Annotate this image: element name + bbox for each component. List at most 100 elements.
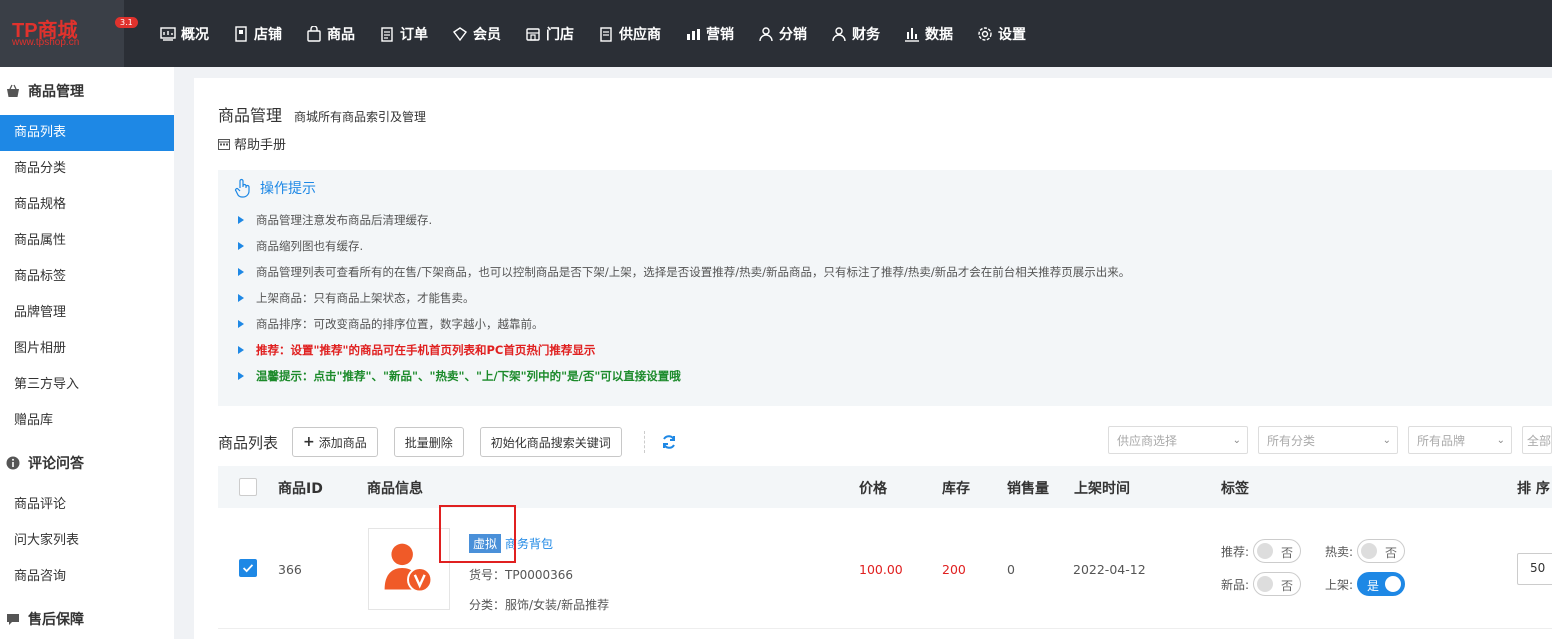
category-select[interactable]: 所有分类 ⌄ [1258,426,1398,454]
store-icon [233,25,249,42]
tips-header[interactable]: 操作提示 [234,178,316,198]
sidebar-item-album[interactable]: 图片相册 [0,331,174,367]
sidebar-group-label: 商品管理 [28,84,84,100]
hot-field: 热卖: 否 [1325,539,1406,563]
nav-supplier[interactable]: 供应商 [598,24,661,44]
sidebar-item-consult[interactable]: 商品咨询 [0,559,174,595]
refresh-icon[interactable] [661,434,677,450]
nav-settings[interactable]: 设置 [977,24,1026,44]
bullet-icon [238,346,244,354]
sidebar-item-ask[interactable]: 问大家列表 [0,523,174,559]
sidebar-item-import[interactable]: 第三方导入 [0,367,174,403]
nav-label: 供应商 [619,26,661,43]
sidebar-item-comments[interactable]: 商品评论 [0,487,174,523]
sidebar-item-gift[interactable]: 赠品库 [0,403,174,439]
list-title: 商品列表 [218,433,279,452]
goods-id: 366 [278,562,302,577]
tip-item: 商品管理列表可查看所有的在售/下架商品，也可以控制商品是否下架/上架，选择是否设… [238,264,1130,280]
goods-category: 分类：服饰/女装/新品推荐 [469,598,610,612]
goods-thumbnail[interactable] [368,528,450,610]
th-id[interactable]: 商品ID [278,478,323,498]
nav-store[interactable]: 店铺 [233,24,282,44]
onsale-label: 上架: [1325,577,1354,592]
th-time[interactable]: 上架时间 [1074,478,1130,498]
chevron-down-icon: ⌄ [1382,434,1391,446]
nav-label: 数据 [925,26,953,43]
tip-text: 商品管理注意发布商品后清理缓存. [256,213,433,227]
sidebar-group-aftersale[interactable]: 售后保障 [0,595,174,639]
nav-order[interactable]: 订单 [379,24,428,44]
toggle-value: 是 [1367,579,1380,593]
goods-stock: 200 [942,562,966,577]
recommend-toggle[interactable]: 否 [1253,539,1302,563]
tip-item: 商品管理注意发布商品后清理缓存. [238,212,432,228]
brand-select-text: 所有品牌 [1417,433,1466,448]
bullet-icon [238,216,244,224]
select-all-checkbox[interactable] [239,478,257,496]
bullet-icon [238,320,244,328]
nav-label: 设置 [998,26,1026,43]
sidebar-item-goods-attr[interactable]: 商品属性 [0,223,174,259]
nav-overview[interactable]: 概况 [160,24,209,44]
nav-marketing[interactable]: 营销 [685,24,734,44]
nav-distribution[interactable]: 分销 [758,24,807,44]
goods-price: 100.00 [859,562,903,577]
sort-input[interactable]: 50 [1517,553,1552,585]
nav-label: 会员 [473,26,501,43]
overview-icon [160,26,176,42]
logo[interactable]: TP商城 www.tpshop.cn 3.1 [0,0,138,67]
top-bar: TP商城 www.tpshop.cn 3.1 概况 店铺 商品 订单 会员 门店 [0,0,1552,67]
add-goods-button[interactable]: + 添加商品 [292,427,378,457]
finance-icon [831,26,847,42]
nav-data[interactable]: 数据 [904,24,953,44]
th-stock[interactable]: 库存 [942,478,970,498]
sidebar-item-goods-category[interactable]: 商品分类 [0,151,174,187]
sidebar-item-goods-list[interactable]: 商品列表 [0,115,174,151]
batch-delete-button[interactable]: 批量删除 [393,427,464,457]
list-toolbar: 商品列表 + 添加商品 批量删除 初始化商品搜索关键词 供应商选择 ⌄ 所有分类 ⌄ … [218,426,1552,458]
goods-icon [306,25,322,42]
th-info: 商品信息 [367,481,423,497]
th-price[interactable]: 价格 [859,478,887,498]
marketing-icon [685,26,701,42]
new-toggle[interactable]: 否 [1253,572,1302,596]
nav-label: 店铺 [254,26,282,43]
sidebar-item-goods-spec[interactable]: 商品规格 [0,187,174,223]
check-icon [242,564,254,573]
nav-finance[interactable]: 财务 [831,24,880,44]
recommend-field: 推荐: 否 [1221,539,1302,563]
tip-item: 商品缩列图也有缓存. [238,238,363,254]
sidebar-group-goods[interactable]: 商品管理 [0,67,174,115]
supplier-icon [598,26,614,42]
shop-icon [525,26,541,42]
th-sort[interactable]: 排 序 [1517,478,1550,498]
bullet-icon [238,268,244,276]
data-icon [904,26,920,42]
nav-label: 营销 [706,26,734,43]
onsale-toggle[interactable]: 是 [1357,572,1406,596]
nav-member[interactable]: 会员 [452,24,501,44]
nav-shop[interactable]: 门店 [525,24,574,44]
init-keywords-button[interactable]: 初始化商品搜索关键词 [479,427,622,457]
settings-icon [977,26,993,42]
nav-goods[interactable]: 商品 [306,24,355,44]
hot-toggle[interactable]: 否 [1357,539,1406,563]
sidebar-item-goods-tag[interactable]: 商品标签 [0,259,174,295]
row-checkbox[interactable] [239,559,257,577]
chevron-down-icon: ⌄ [1232,434,1241,446]
brand-select[interactable]: 所有品牌 ⌄ [1408,426,1512,454]
recommend-label: 推荐: [1221,544,1250,559]
sidebar-item-brand[interactable]: 品牌管理 [0,295,174,331]
th-tags: 标签 [1221,481,1249,497]
supplier-select[interactable]: 供应商选择 ⌄ [1108,426,1248,454]
help-manual-link[interactable]: 帮助手册 [218,134,286,153]
bullet-icon [238,294,244,302]
tip-item: 商品排序：可改变商品的排序位置，数字越小，越靠前。 [238,316,544,332]
order-icon [379,26,395,42]
all-select[interactable]: 全部 [1522,426,1552,454]
divider [643,431,645,453]
th-sales[interactable]: 销售量 [1007,478,1049,498]
sidebar-group-comment[interactable]: 评论问答 [0,439,174,487]
toggle-value: 否 [1281,579,1294,593]
user-avatar-icon [384,543,433,593]
